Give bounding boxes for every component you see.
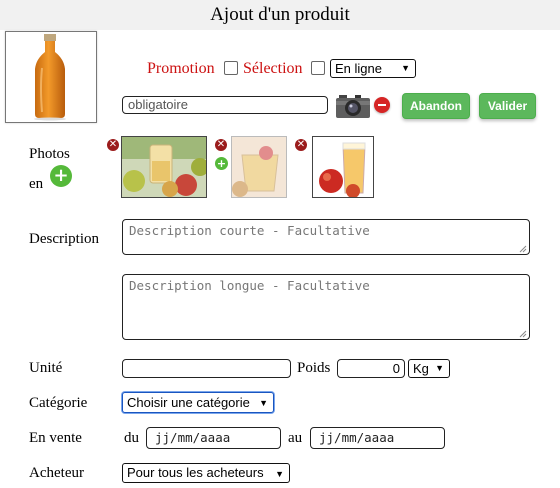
category-select-value: Choisir une catégorie [127, 395, 250, 410]
page-title: Ajout d'un produit [210, 4, 350, 25]
selection-label: Sélection [243, 60, 303, 77]
resize-grip-icon[interactable] [518, 329, 527, 338]
sale-end-date-placeholder: jj/mm/aaaa [319, 430, 395, 445]
to-label: au [288, 430, 303, 446]
add-photo-icon[interactable]: + [50, 165, 72, 187]
dropdown-arrow-icon: ▼ [435, 363, 444, 373]
photo-thumb-1[interactable] [121, 136, 207, 198]
on-sale-label: En vente [29, 430, 82, 446]
add-photo-2-icon[interactable]: + [215, 157, 228, 170]
dropdown-arrow-icon: ▼ [275, 469, 284, 479]
dropdown-arrow-icon: ▼ [401, 63, 410, 73]
product-photo[interactable] [5, 31, 97, 123]
weight-value: 0 [392, 361, 400, 376]
buyer-select[interactable]: Pour tous les acheteurs ▼ [122, 463, 290, 483]
long-description-placeholder: Description longue - Facultative [129, 278, 370, 293]
dropdown-arrow-icon: ▼ [259, 398, 268, 408]
from-label: du [124, 430, 139, 446]
long-description-textarea[interactable]: Description longue - Facultative [122, 274, 530, 340]
unit-label: Unité [29, 360, 63, 376]
product-name-placeholder: obligatoire [128, 97, 188, 112]
weight-input[interactable]: 0 [337, 359, 405, 378]
sale-start-date-input[interactable]: jj/mm/aaaa [146, 427, 281, 449]
selection-checkbox[interactable] [311, 61, 325, 75]
unit-input[interactable] [122, 359, 291, 378]
status-select[interactable]: En ligne ▼ [330, 59, 416, 78]
photos-label-en: en [29, 176, 44, 192]
photos-label: Photos [29, 146, 70, 162]
remove-icon[interactable] [374, 97, 390, 113]
sale-start-date-placeholder: jj/mm/aaaa [155, 430, 231, 445]
category-select[interactable]: Choisir une catégorie ▼ [122, 392, 274, 413]
category-label: Catégorie [29, 395, 88, 411]
status-select-value: En ligne [335, 61, 382, 76]
weight-unit-select[interactable]: Kg ▼ [408, 359, 450, 378]
promotion-checkbox[interactable] [224, 61, 238, 75]
photo-thumb-3[interactable] [312, 136, 374, 198]
delete-photo-2-icon[interactable]: ✕ [215, 139, 227, 151]
juice-bottle-image [34, 34, 66, 121]
valider-button[interactable]: Valider [479, 93, 536, 119]
resize-grip-icon[interactable] [518, 244, 527, 253]
product-name-input[interactable]: obligatoire [122, 96, 328, 114]
weight-unit-value: Kg [413, 361, 429, 376]
delete-photo-1-icon[interactable]: ✕ [107, 139, 119, 151]
photo-thumb-2[interactable] [231, 136, 287, 198]
short-description-textarea[interactable]: Description courte - Facultative [122, 219, 530, 255]
camera-icon[interactable] [335, 92, 371, 120]
sale-end-date-input[interactable]: jj/mm/aaaa [310, 427, 445, 449]
buyer-label: Acheteur [29, 465, 84, 481]
promotion-label: Promotion [147, 60, 215, 77]
short-description-placeholder: Description courte - Facultative [129, 223, 370, 238]
description-label: Description [29, 231, 99, 247]
delete-photo-3-icon[interactable]: ✕ [295, 139, 307, 151]
abandon-button[interactable]: Abandon [402, 93, 470, 119]
weight-label: Poids [297, 360, 331, 376]
buyer-select-value: Pour tous les acheteurs [127, 465, 264, 480]
